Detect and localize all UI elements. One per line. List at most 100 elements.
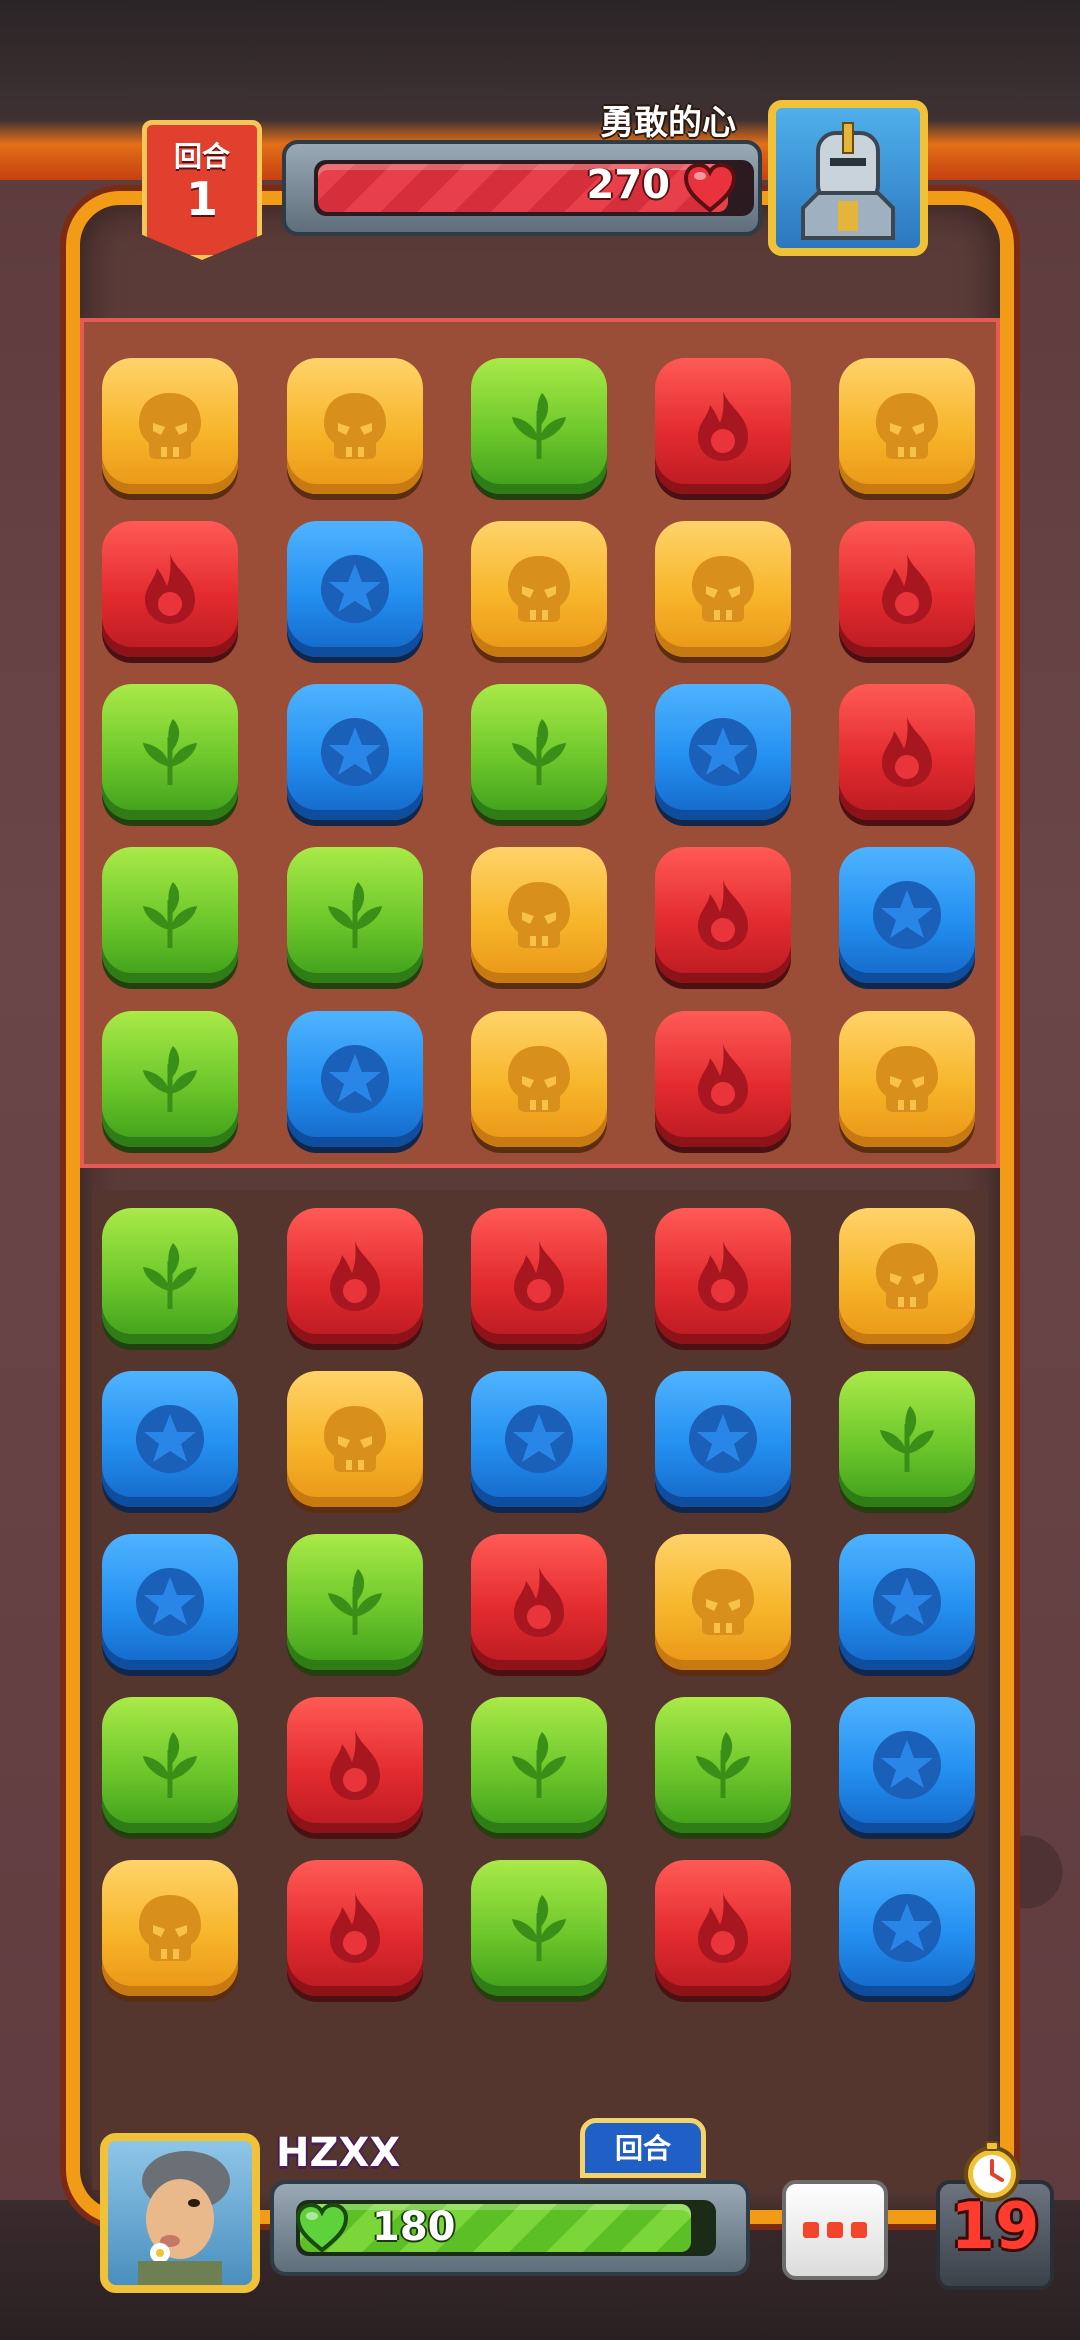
star-tile[interactable] xyxy=(839,1697,975,1833)
skull-tile[interactable] xyxy=(655,521,791,657)
star-tile[interactable] xyxy=(287,684,423,820)
fire-icon xyxy=(514,1567,564,1637)
leaf-tile[interactable] xyxy=(471,1697,607,1833)
skull-icon xyxy=(876,1046,938,1112)
skull-icon xyxy=(508,556,570,622)
fire-tile[interactable] xyxy=(839,521,975,657)
leaf-icon xyxy=(328,1569,382,1635)
fire-icon xyxy=(330,1730,380,1800)
star-tile[interactable] xyxy=(839,1860,975,1996)
fire-tile[interactable] xyxy=(102,521,238,657)
leaf-icon xyxy=(696,1732,750,1798)
fire-icon xyxy=(698,1044,748,1114)
round-number: 1 xyxy=(185,172,218,226)
leaf-tile[interactable] xyxy=(102,1011,238,1147)
skull-icon xyxy=(324,1406,386,1472)
leaf-tile[interactable] xyxy=(287,1534,423,1670)
round-badge: 回合 1 xyxy=(142,120,262,260)
skull-icon xyxy=(139,1895,201,1961)
leaf-tile[interactable] xyxy=(655,1697,791,1833)
skull-tile[interactable] xyxy=(102,1860,238,1996)
skull-icon xyxy=(324,393,386,459)
green-heart-icon xyxy=(295,2202,349,2253)
star-tile[interactable] xyxy=(839,1534,975,1670)
fire-icon xyxy=(330,1893,380,1963)
skull-icon xyxy=(876,1243,938,1309)
leaf-icon xyxy=(143,882,197,948)
leaf-icon xyxy=(328,882,382,948)
star-tile[interactable] xyxy=(287,521,423,657)
leaf-icon xyxy=(143,1046,197,1112)
skull-tile[interactable] xyxy=(839,358,975,494)
fire-icon xyxy=(330,1241,380,1311)
star-icon xyxy=(321,718,389,786)
fire-tile[interactable] xyxy=(287,1860,423,1996)
star-tile[interactable] xyxy=(102,1371,238,1507)
leaf-tile[interactable] xyxy=(102,1697,238,1833)
leaf-tile[interactable] xyxy=(471,684,607,820)
leaf-tile[interactable] xyxy=(471,1860,607,1996)
star-icon xyxy=(136,1568,204,1636)
enemy-hp-value: 270 xyxy=(586,162,671,208)
skull-tile[interactable] xyxy=(839,1011,975,1147)
player-portrait-icon xyxy=(138,2151,230,2285)
player-hp-fill xyxy=(300,2204,691,2252)
star-tile[interactable] xyxy=(655,1371,791,1507)
skull-tile[interactable] xyxy=(655,1534,791,1670)
enemy-portrait[interactable] xyxy=(768,100,928,256)
dot-icon xyxy=(851,2222,867,2238)
heart-icon xyxy=(683,162,737,213)
round-label: 回合 xyxy=(173,140,230,173)
player-avatar[interactable] xyxy=(100,2133,260,2293)
star-tile[interactable] xyxy=(287,1011,423,1147)
star-tile[interactable] xyxy=(102,1534,238,1670)
more-options-button[interactable] xyxy=(782,2180,888,2280)
skull-tile[interactable] xyxy=(102,358,238,494)
fire-tile[interactable] xyxy=(839,684,975,820)
fire-icon xyxy=(698,1241,748,1311)
leaf-icon xyxy=(512,393,566,459)
leaf-tile[interactable] xyxy=(839,1371,975,1507)
skull-tile[interactable] xyxy=(471,847,607,983)
skull-icon xyxy=(508,882,570,948)
star-tile[interactable] xyxy=(839,847,975,983)
star-icon xyxy=(321,1045,389,1113)
leaf-icon xyxy=(143,719,197,785)
leaf-tile[interactable] xyxy=(102,847,238,983)
leaf-icon xyxy=(143,1732,197,1798)
skull-tile[interactable] xyxy=(287,1371,423,1507)
dot-icon xyxy=(827,2222,843,2238)
skull-icon xyxy=(876,393,938,459)
fire-tile[interactable] xyxy=(655,847,791,983)
leaf-tile[interactable] xyxy=(471,358,607,494)
star-icon xyxy=(321,555,389,623)
skull-tile[interactable] xyxy=(287,358,423,494)
skull-tile[interactable] xyxy=(471,521,607,657)
star-icon xyxy=(136,1405,204,1473)
fire-icon xyxy=(882,554,932,624)
enemy-name: 勇敢的心 xyxy=(600,103,736,143)
fire-tile[interactable] xyxy=(471,1208,607,1344)
star-icon xyxy=(689,1405,757,1473)
star-icon xyxy=(873,881,941,949)
star-tile[interactable] xyxy=(471,1371,607,1507)
star-icon xyxy=(505,1405,573,1473)
fire-tile[interactable] xyxy=(471,1534,607,1670)
star-icon xyxy=(873,1731,941,1799)
player-hp-value: 180 xyxy=(372,2204,456,2250)
skull-tile[interactable] xyxy=(471,1011,607,1147)
leaf-tile[interactable] xyxy=(102,1208,238,1344)
armored-knight-icon xyxy=(801,122,895,240)
star-tile[interactable] xyxy=(655,684,791,820)
skull-tile[interactable] xyxy=(839,1208,975,1344)
fire-tile[interactable] xyxy=(655,1011,791,1147)
leaf-icon xyxy=(880,1406,934,1472)
fire-tile[interactable] xyxy=(655,1860,791,1996)
fire-tile[interactable] xyxy=(287,1208,423,1344)
fire-tile[interactable] xyxy=(287,1697,423,1833)
fire-icon xyxy=(882,717,932,787)
leaf-tile[interactable] xyxy=(102,684,238,820)
fire-tile[interactable] xyxy=(655,358,791,494)
fire-tile[interactable] xyxy=(655,1208,791,1344)
leaf-tile[interactable] xyxy=(287,847,423,983)
